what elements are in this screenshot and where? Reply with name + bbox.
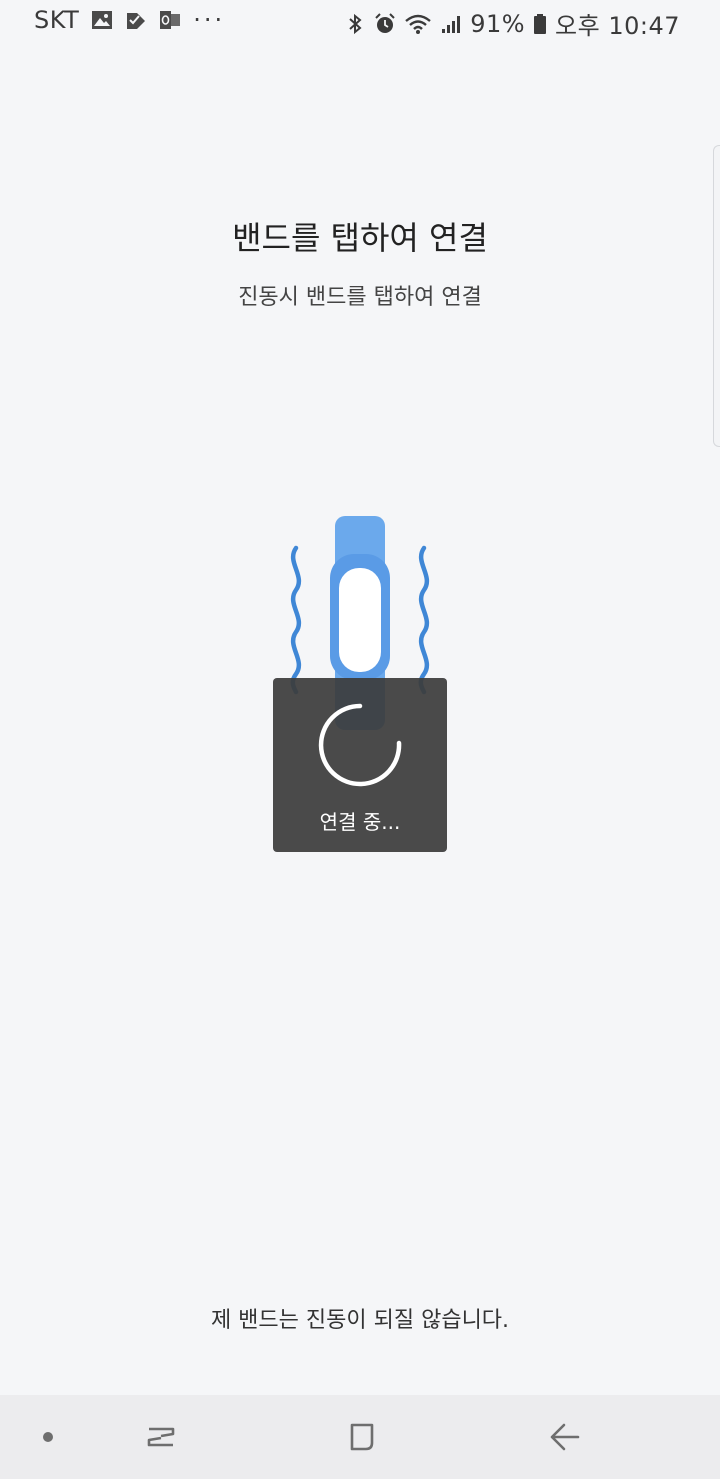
gallery-icon [91,9,113,31]
battery-percent: 91% [470,9,526,38]
carrier-label: SKT [34,6,80,34]
more-notifications-icon: ··· [193,6,226,34]
battery-icon [533,13,547,35]
status-bar-left: SKT ··· [34,6,225,34]
signal-icon [440,13,462,35]
page-subtitle: 진동시 밴드를 탭하여 연결 [238,285,482,310]
navigation-bar [0,1395,720,1479]
connecting-label: 연결 중... [319,810,401,834]
band-not-vibrating-link[interactable]: 제 밴드는 진동이 되질 않습니다. [0,1302,720,1334]
page-title: 밴드를 탭하여 연결 [232,219,488,257]
check-task-icon [125,9,147,31]
wifi-icon [404,13,432,35]
home-dot-icon[interactable] [26,1415,70,1459]
loading-spinner-icon [318,703,402,787]
outlook-icon [159,9,181,31]
clock: 오후 10:47 [555,12,680,40]
status-bar-right: 91% 오후 10:47 [344,6,680,41]
status-bar: SKT ··· 91% 오후 10:47 [0,0,720,42]
back-arrow-icon[interactable] [542,1415,586,1459]
connecting-dialog: 연결 중... [273,678,447,852]
bluetooth-icon [344,13,366,35]
home-square-icon[interactable] [340,1415,384,1459]
alarm-icon [374,12,396,35]
recent-apps-icon[interactable] [139,1415,183,1459]
